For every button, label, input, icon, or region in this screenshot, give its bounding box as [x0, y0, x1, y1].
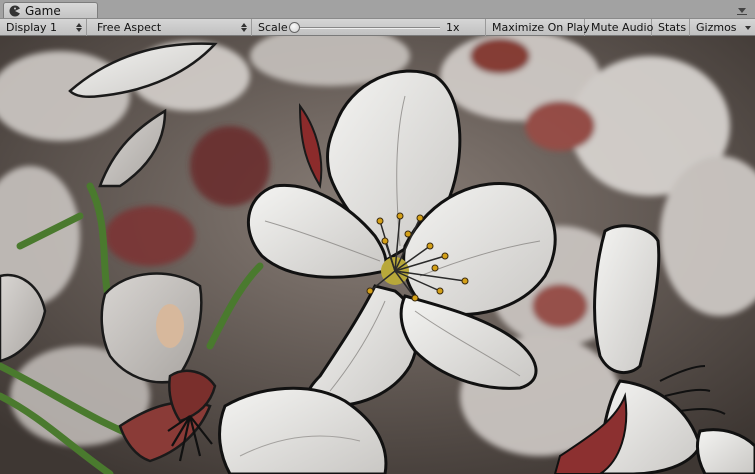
tab-title: Game: [25, 4, 61, 18]
scale-value: 1x: [446, 21, 460, 34]
panel-menu-icon[interactable]: [736, 6, 748, 16]
display-select[interactable]: Display 1: [0, 19, 87, 36]
gizmos-dropdown[interactable]: Gizmos: [690, 19, 755, 36]
stats-toggle[interactable]: Stats: [652, 19, 690, 36]
stats-label: Stats: [658, 21, 687, 34]
maximize-on-play-toggle[interactable]: Maximize On Play: [486, 19, 590, 36]
aspect-select[interactable]: Free Aspect: [91, 19, 252, 36]
cherry-blossom-render: [0, 36, 755, 474]
mute-audio-toggle[interactable]: Mute Audio: [585, 19, 654, 36]
pacman-game-icon: [9, 5, 21, 17]
game-toolbar: Display 1 Free Aspect Scale 1x Maximize …: [0, 18, 755, 36]
maximize-on-play-label: Maximize On Play: [492, 21, 590, 34]
scale-label: Scale: [258, 21, 288, 34]
gizmos-label: Gizmos: [696, 21, 737, 34]
chevron-up-icon: [241, 23, 247, 27]
game-viewport[interactable]: [0, 36, 755, 474]
scale-slider-track[interactable]: [294, 27, 440, 29]
aspect-select-label: Free Aspect: [97, 21, 162, 34]
chevron-down-icon: [241, 28, 247, 32]
scale-slider-thumb[interactable]: [289, 22, 300, 33]
tab-game[interactable]: Game: [3, 2, 98, 19]
tab-strip: Game: [0, 0, 755, 19]
chevron-down-icon: [76, 28, 82, 32]
mute-audio-label: Mute Audio: [591, 21, 654, 34]
chevron-down-icon: [745, 26, 751, 30]
chevron-up-icon: [76, 23, 82, 27]
display-select-label: Display 1: [6, 21, 58, 34]
